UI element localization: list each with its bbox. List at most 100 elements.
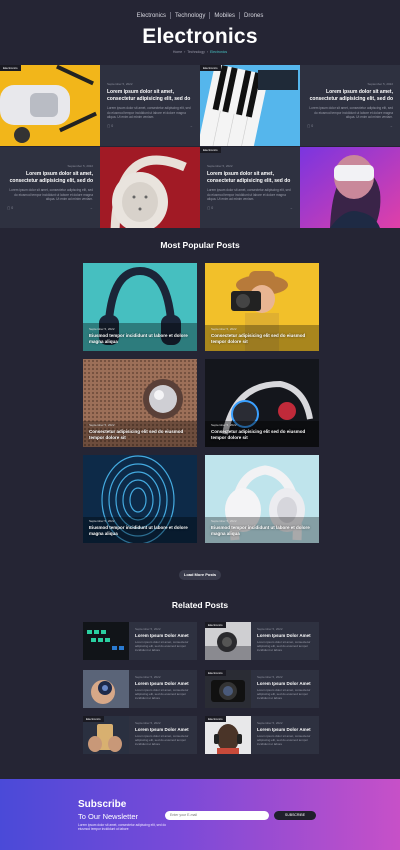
breadcrumb: Home › Technology › Electronics [172, 50, 228, 54]
load-more-button[interactable]: Load More Posts [179, 570, 221, 580]
post-title[interactable]: Eiusmod tempor incididunt ut labore et d… [211, 525, 313, 537]
remote-hand-image [83, 670, 129, 708]
post-caption: September 5, 2022 Consectetur adipisicing… [211, 327, 313, 345]
breadcrumb-current: Electronics [210, 50, 228, 54]
related-post-card[interactable]: Electronics September 5, 2022 Lorem Ipsum… [205, 716, 319, 754]
post-date: September 5, 2022 [89, 327, 115, 332]
post-title[interactable]: Lorem Ipsum Dolor Amet [135, 633, 193, 638]
post-date: September 5, 2022 [89, 519, 115, 524]
keyboard-image [200, 65, 300, 146]
post-caption: September 5, 2022 Consectetur adipisicing… [89, 423, 191, 441]
featured-post[interactable]: Electronics September 5, 2022 Lorem ipsu… [200, 147, 300, 228]
related-post-card[interactable]: September 5, 2022 Lorem Ipsum Dolor Amet L… [83, 670, 197, 708]
featured-grid: Electronics September 5, 2022 Lorem ipsu… [0, 65, 400, 228]
comment-count: 0 [311, 124, 314, 128]
category-badge: Electronics [205, 622, 226, 628]
post-date: September 5, 2022 [207, 164, 233, 168]
post-title[interactable]: Lorem ipsum dolor sit amet, consectetur … [307, 89, 393, 102]
arrow-icon[interactable]: → [290, 206, 294, 210]
subscribe-subtitle: To Our Newsletter [78, 812, 139, 821]
post-title[interactable]: Consectetur adipisicing elit sed do eius… [211, 429, 313, 441]
popular-post-card[interactable]: September 5, 2022 Consectetur adipisicing… [205, 263, 319, 351]
popular-post-card[interactable]: September 5, 2022 Consectetur adipisicing… [83, 359, 197, 447]
popular-post-card[interactable]: September 5, 2022 Eiusmod tempor incididu… [83, 455, 197, 543]
post-date: September 5, 2022 [211, 423, 237, 428]
related-post-body: September 5, 2022 Lorem Ipsum Dolor Amet L… [257, 721, 315, 747]
post-caption: September 5, 2022 Consectetur adipisicing… [211, 423, 313, 441]
post-title[interactable]: Eiusmod tempor incididunt ut labore et d… [89, 333, 191, 345]
breadcrumb-parent[interactable]: Technology [187, 50, 205, 54]
top-nav: Electronics Technology Mobiles Drones [0, 12, 400, 19]
arrow-icon[interactable]: → [190, 124, 194, 128]
nav-item-drones[interactable]: Drones [240, 13, 267, 19]
related-post-body: September 5, 2022 Lorem Ipsum Dolor Amet L… [135, 675, 193, 701]
featured-post[interactable]: September 5, 2022 Lorem ipsum dolor sit … [0, 147, 100, 228]
post-excerpt: Lorem ipsum dolor sit amet, consectetur … [257, 734, 311, 747]
related-post-body: September 5, 2022 Lorem Ipsum Dolor Amet L… [257, 627, 315, 653]
related-post-body: September 5, 2022 Lorem Ipsum Dolor Amet L… [257, 675, 315, 701]
post-title[interactable]: Lorem Ipsum Dolor Amet [257, 633, 315, 638]
related-post-card[interactable]: Electronics September 5, 2022 Lorem Ipsum… [205, 622, 319, 660]
comment-count: 0 [11, 206, 14, 210]
post-date: September 5, 2022 [135, 721, 161, 725]
featured-image-drone[interactable]: Electronics [0, 65, 100, 146]
breadcrumb-home[interactable]: Home [173, 50, 182, 54]
post-title[interactable]: Lorem Ipsum Dolor Amet [257, 681, 315, 686]
post-title[interactable]: Lorem Ipsum Dolor Amet [135, 681, 193, 686]
subscribe-button[interactable]: SUBSCRIBE [274, 811, 316, 820]
post-date: September 5, 2022 [107, 82, 133, 86]
category-badge: Electronics [205, 716, 226, 722]
post-footer: ▢ 0 → [207, 206, 293, 210]
popular-post-card[interactable]: September 5, 2022 Eiusmod tempor incididu… [205, 455, 319, 543]
subscribe-title: Subscribe [78, 799, 127, 810]
post-date: September 5, 2022 [89, 423, 115, 428]
post-excerpt: Lorem ipsum dolor sit amet, consectetur … [107, 106, 191, 119]
post-date: September 5, 2022 [67, 164, 93, 168]
nav-item-technology[interactable]: Technology [171, 13, 209, 19]
post-excerpt: Lorem ipsum dolor sit amet, consectetur … [135, 640, 189, 653]
post-footer: ▢ 0 → [7, 206, 93, 210]
post-excerpt: Lorem ipsum dolor sit amet, consectetur … [207, 188, 291, 201]
post-title[interactable]: Lorem ipsum dolor sit amet, consectetur … [7, 171, 93, 184]
headphone-image [100, 147, 200, 228]
arrow-icon[interactable]: → [90, 206, 94, 210]
post-excerpt: Lorem ipsum dolor sit amet, consectetur … [309, 106, 393, 119]
popular-post-card[interactable]: September 5, 2022 Consectetur adipisicing… [205, 359, 319, 447]
post-title[interactable]: Lorem ipsum dolor sit amet, consectetur … [107, 89, 193, 102]
post-date: September 5, 2022 [367, 82, 393, 86]
popular-post-card[interactable]: September 5, 2022 Eiusmod tempor incididu… [83, 263, 197, 351]
nav-item-electronics[interactable]: Electronics [133, 13, 170, 19]
post-title[interactable]: Consectetur adipisicing elit sed do eius… [211, 333, 313, 345]
category-badge: Electronics [83, 716, 104, 722]
featured-post[interactable]: September 5, 2022 Lorem ipsum dolor sit … [300, 65, 400, 146]
post-excerpt: Lorem ipsum dolor sit amet, consectetur … [135, 688, 189, 701]
post-title[interactable]: Lorem Ipsum Dolor Amet [135, 727, 193, 732]
drone-image [0, 65, 100, 146]
category-badge: Electronics [0, 65, 21, 71]
post-title[interactable]: Lorem Ipsum Dolor Amet [257, 727, 315, 732]
related-post-card[interactable]: September 5, 2022 Lorem Ipsum Dolor Amet L… [83, 622, 197, 660]
most-popular-heading: Most Popular Posts [160, 240, 240, 250]
featured-post[interactable]: September 5, 2022 Lorem ipsum dolor sit … [100, 65, 200, 146]
related-posts-heading: Related Posts [171, 600, 229, 610]
post-title[interactable]: Consectetur adipisicing elit sed do eius… [89, 429, 191, 441]
post-title[interactable]: Lorem ipsum dolor sit amet, consectetur … [207, 171, 293, 184]
post-date: September 5, 2022 [211, 327, 237, 332]
related-post-card[interactable]: Electronics September 5, 2022 Lorem Ipsum… [205, 670, 319, 708]
newsletter-section: Subscribe To Our Newsletter Lorem ipsum … [0, 779, 400, 850]
featured-image-keyboard[interactable]: Electronics [200, 65, 300, 146]
subscribe-text: Lorem ipsum dolor sit amet, consectetur … [78, 823, 167, 832]
related-post-card[interactable]: Electronics September 5, 2022 Lorem Ipsum… [83, 716, 197, 754]
email-field[interactable] [165, 811, 269, 820]
featured-image-headphone[interactable] [100, 147, 200, 228]
nav-item-mobiles[interactable]: Mobiles [210, 13, 239, 19]
post-date: September 5, 2022 [135, 675, 161, 679]
category-badge: Electronics [205, 670, 226, 676]
post-caption: September 5, 2022 Eiusmod tempor incididu… [211, 519, 313, 537]
comment-count: 0 [111, 124, 114, 128]
post-excerpt: Lorem ipsum dolor sit amet, consectetur … [135, 734, 189, 747]
arrow-icon[interactable]: → [390, 124, 394, 128]
featured-image-vr[interactable] [300, 147, 400, 228]
related-post-body: September 5, 2022 Lorem Ipsum Dolor Amet L… [135, 721, 193, 747]
post-title[interactable]: Eiusmod tempor incididunt ut labore et d… [89, 525, 191, 537]
